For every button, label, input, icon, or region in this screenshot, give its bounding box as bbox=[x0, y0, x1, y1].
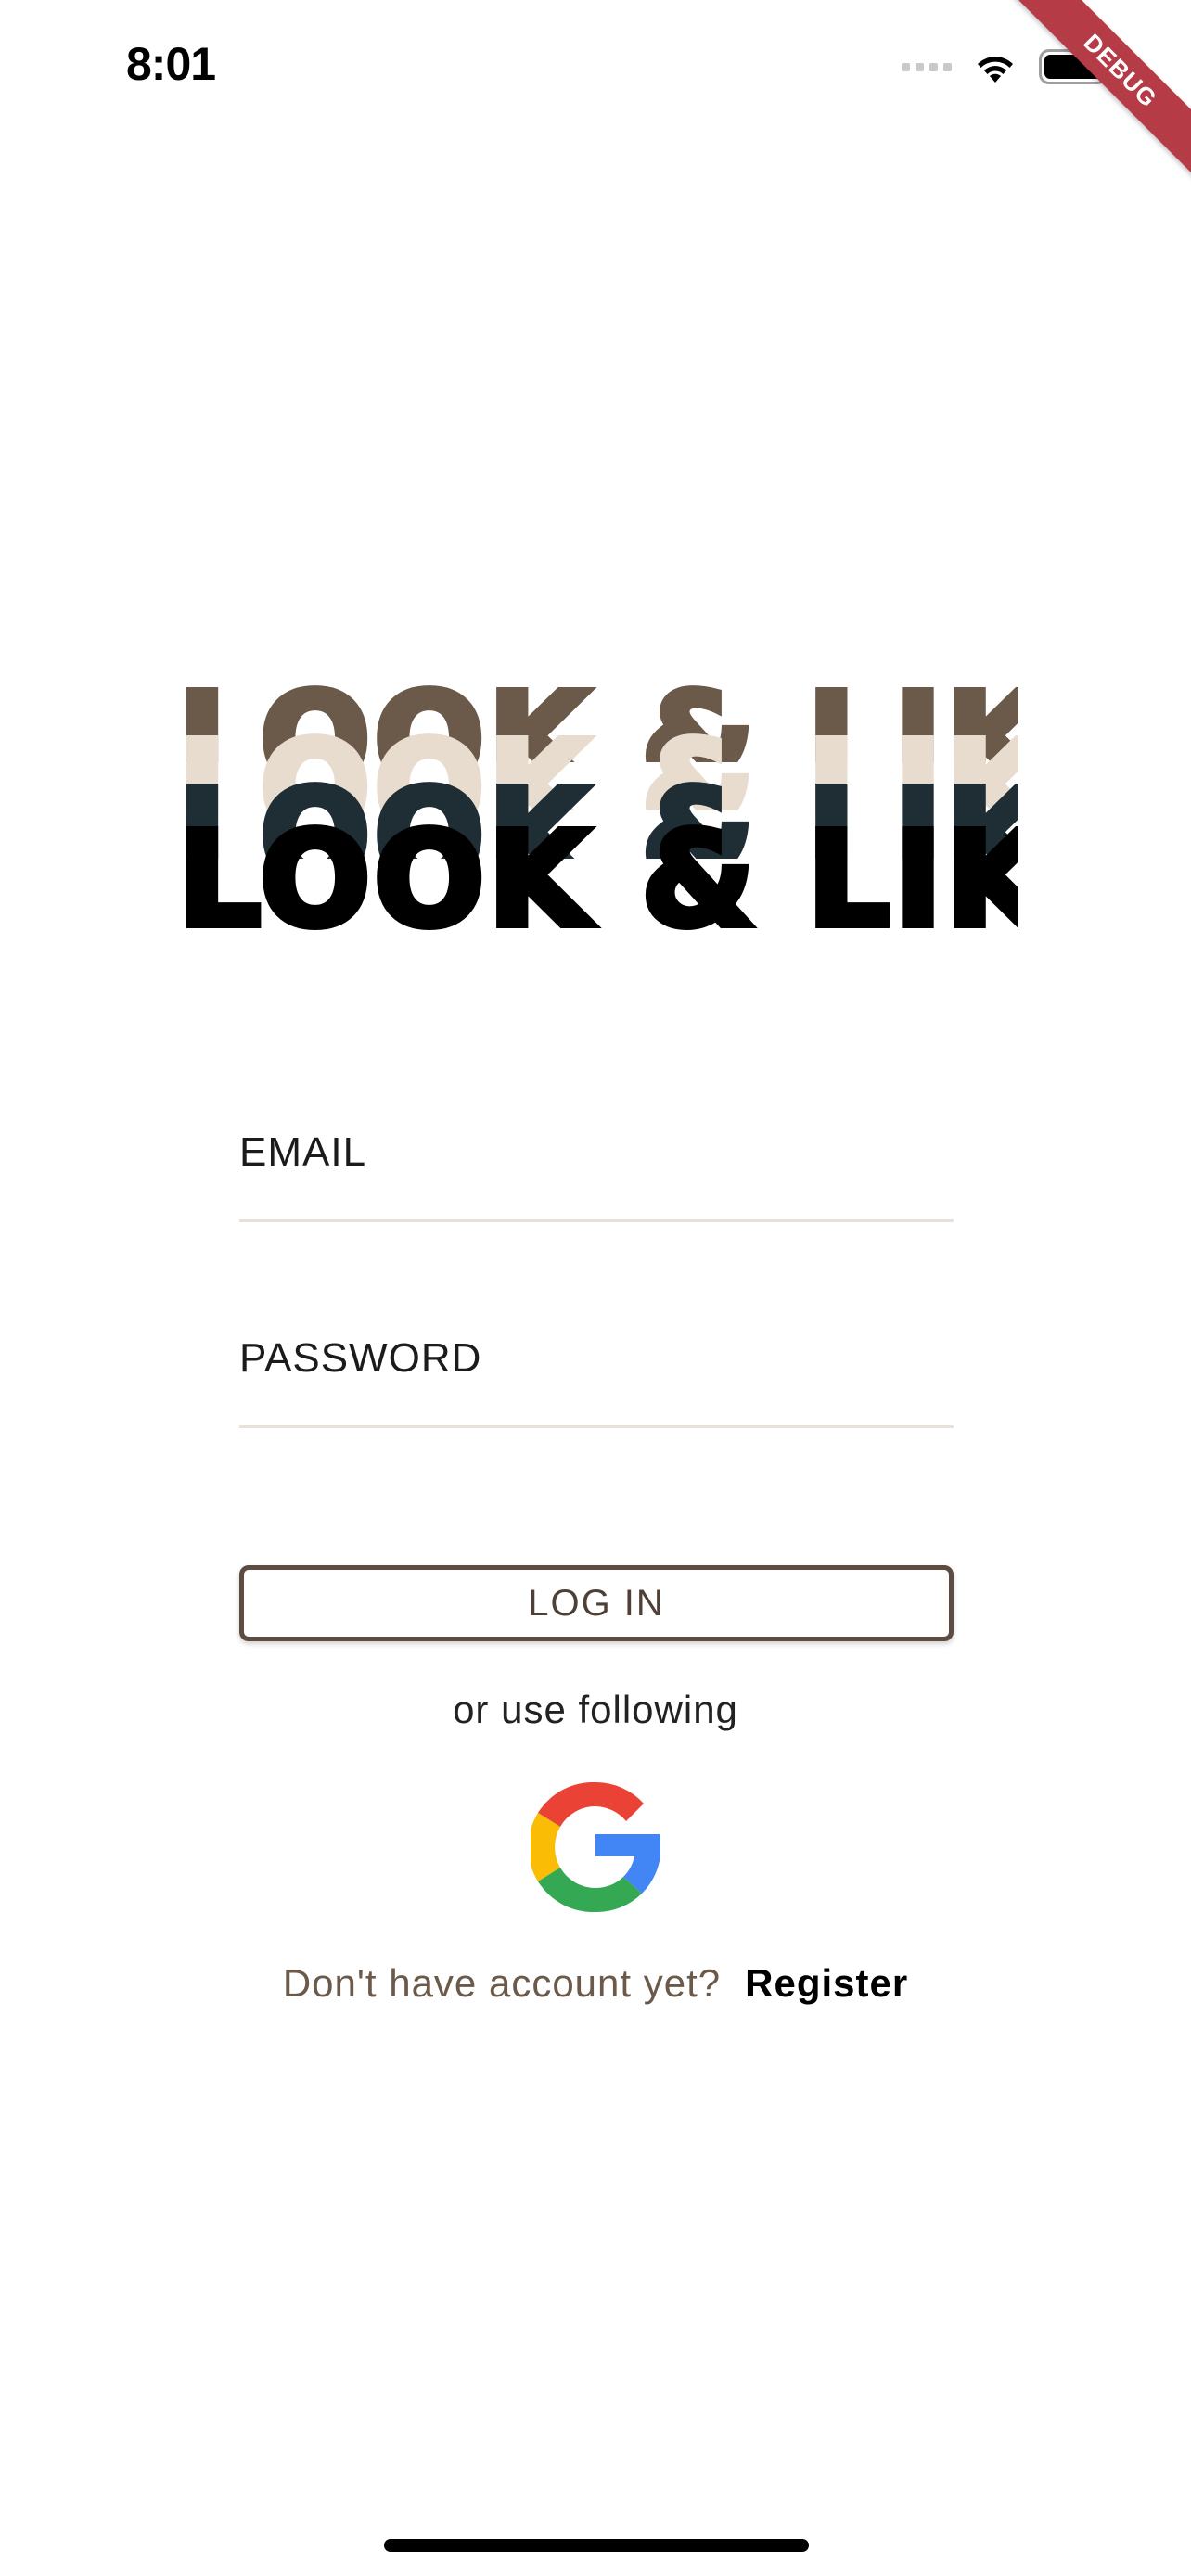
home-indicator[interactable] bbox=[384, 2539, 809, 2552]
alt-login-text: or use following bbox=[453, 1688, 738, 1731]
login-button[interactable]: LOG IN bbox=[239, 1565, 954, 1641]
status-time: 8:01 bbox=[126, 38, 216, 90]
debug-banner: DEBUG bbox=[1005, 0, 1191, 185]
email-field[interactable]: EMAIL bbox=[239, 1129, 954, 1222]
password-field[interactable]: PASSWORD bbox=[239, 1335, 954, 1428]
password-input[interactable] bbox=[239, 1335, 954, 1425]
register-row: Don't have account yet? Register bbox=[0, 1961, 1191, 2006]
email-input[interactable] bbox=[239, 1129, 954, 1219]
logo-layer-4: LOOK & LIKE bbox=[178, 816, 1018, 946]
register-question: Don't have account yet? bbox=[282, 1961, 722, 2005]
login-screen: 8:01 DEBUG LOOK & LIKE LOOK & LIKE LOOK … bbox=[0, 0, 1191, 2576]
google-icon bbox=[528, 1781, 661, 1913]
cellular-signal-icon bbox=[902, 62, 952, 71]
app-logo: LOOK & LIKE LOOK & LIKE LOOK & LIKE LOOK… bbox=[178, 677, 1018, 946]
register-link[interactable]: Register bbox=[745, 1961, 908, 2005]
debug-banner-label: DEBUG bbox=[1005, 0, 1191, 185]
google-signin-button[interactable] bbox=[528, 1781, 661, 1913]
